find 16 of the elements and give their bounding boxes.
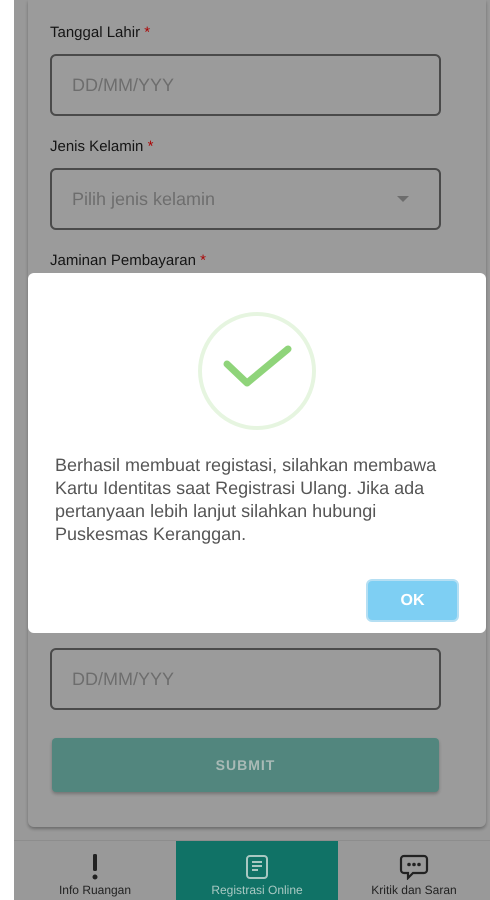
chat-icon (399, 854, 429, 880)
dialog-message: Berhasil membuat registasi, silahkan membawa Kartu Identitas saat Registrasi Ulang. Jika ada pertanyaan lebih lanjut silahkan hubungi Puskesmas Keranggan. (55, 454, 438, 546)
required-mark: * (148, 138, 154, 155)
ok-button[interactable]: OK (366, 579, 459, 622)
nav-tab[interactable]: Info Ruangan (14, 841, 176, 900)
nav-tab[interactable]: Kritik dan Saran (338, 841, 490, 900)
field-label: Tanggal Lahir * (50, 24, 152, 42)
nav-tab[interactable]: Registrasi Online (176, 841, 338, 900)
field-label: Jaminan Pembayaran * (50, 252, 207, 270)
document-icon (245, 854, 269, 880)
required-mark: * (200, 252, 206, 269)
exclamation-icon (91, 854, 99, 880)
caret-icon (397, 196, 409, 202)
field-label: Jenis Kelamin * (50, 138, 154, 156)
required-mark: * (144, 24, 150, 41)
success-check-icon (197, 311, 317, 431)
